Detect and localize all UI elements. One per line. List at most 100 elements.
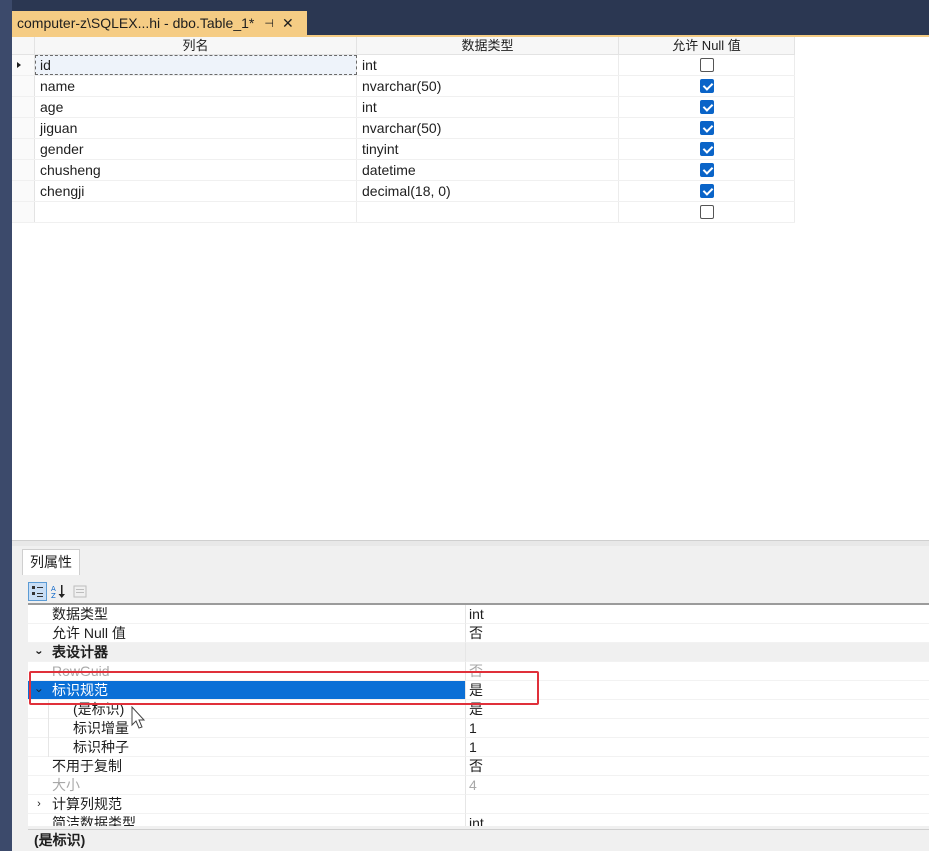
allow-null-cell[interactable]: [619, 160, 795, 180]
property-name: 标识种子: [28, 738, 465, 757]
table-row-new[interactable]: [12, 202, 795, 223]
property-name: (是标识): [28, 700, 465, 719]
property-pages-icon[interactable]: [70, 582, 89, 601]
allow-null-checkbox[interactable]: [699, 163, 714, 177]
allow-null-checkbox[interactable]: [699, 100, 714, 114]
grid-header: 列名 数据类型 允许 Null 值: [12, 37, 795, 55]
property-category[interactable]: › 表设计器: [28, 643, 929, 662]
property-row[interactable]: 标识种子 1: [28, 738, 929, 757]
data-type-cell[interactable]: [357, 202, 619, 222]
property-row[interactable]: › 计算列规范: [28, 795, 929, 814]
row-selector[interactable]: [12, 97, 35, 117]
allow-null-checkbox[interactable]: [699, 121, 714, 135]
column-name-cell[interactable]: gender: [35, 139, 357, 159]
row-header-corner: [12, 37, 35, 54]
data-type-cell[interactable]: int: [357, 55, 619, 75]
allow-null-checkbox[interactable]: [699, 184, 714, 198]
column-grid: 列名 数据类型 允许 Null 值 id int name nvarchar(5…: [12, 37, 795, 223]
allow-null-checkbox[interactable]: [699, 58, 714, 72]
column-properties-panel: 列属性 AZ 数据类型 int 允许 Null 值 否 › 表设计器 RowGui…: [12, 546, 929, 851]
property-name: 标识规范: [52, 682, 108, 698]
close-icon[interactable]: ✕: [282, 15, 294, 32]
allow-null-checkbox[interactable]: [699, 79, 714, 93]
column-name-cell[interactable]: jiguan: [35, 118, 357, 138]
property-row[interactable]: 大小 4: [28, 776, 929, 795]
row-selector[interactable]: [12, 139, 35, 159]
table-row[interactable]: gender tinyint: [12, 139, 795, 160]
allow-null-cell[interactable]: [619, 202, 795, 222]
allow-null-cell[interactable]: [619, 97, 795, 117]
allow-null-cell[interactable]: [619, 139, 795, 159]
table-row[interactable]: id int: [12, 55, 795, 76]
data-type-cell[interactable]: tinyint: [357, 139, 619, 159]
table-row[interactable]: chusheng datetime: [12, 160, 795, 181]
allow-null-cell[interactable]: [619, 118, 795, 138]
header-allow-null[interactable]: 允许 Null 值: [619, 37, 795, 54]
row-selector[interactable]: [12, 55, 35, 75]
property-value[interactable]: int: [465, 814, 929, 826]
property-row-selected[interactable]: › 标识规范 是: [28, 681, 929, 700]
left-dock-strip: [0, 0, 12, 851]
chevron-down-icon[interactable]: ›: [30, 686, 49, 696]
tab-column-properties[interactable]: 列属性: [22, 549, 80, 575]
data-type-cell[interactable]: int: [357, 97, 619, 117]
property-value[interactable]: 否: [465, 662, 929, 681]
property-row[interactable]: 允许 Null 值 否: [28, 624, 929, 643]
allow-null-cell[interactable]: [619, 76, 795, 96]
column-name-cell[interactable]: chusheng: [35, 160, 357, 180]
property-value[interactable]: 否: [465, 757, 929, 776]
property-value[interactable]: [465, 795, 929, 814]
property-name: RowGuid: [28, 662, 465, 681]
property-value[interactable]: 1: [465, 719, 929, 738]
property-value[interactable]: int: [465, 605, 929, 624]
table-row[interactable]: chengji decimal(18, 0): [12, 181, 795, 202]
property-row[interactable]: 不用于复制 否: [28, 757, 929, 776]
column-name-cell[interactable]: name: [35, 76, 357, 96]
table-designer: 列名 数据类型 允许 Null 值 id int name nvarchar(5…: [12, 37, 929, 540]
pin-icon[interactable]: ⊣: [264, 17, 274, 30]
column-name-cell[interactable]: [35, 202, 357, 222]
column-name-cell[interactable]: id: [35, 55, 357, 75]
data-type-cell[interactable]: nvarchar(50): [357, 118, 619, 138]
property-value[interactable]: 1: [465, 738, 929, 757]
allow-null-cell[interactable]: [619, 55, 795, 75]
property-row[interactable]: (是标识) 是: [28, 700, 929, 719]
sort-alphabetical-icon[interactable]: AZ: [49, 582, 68, 601]
chevron-down-icon[interactable]: ›: [30, 648, 49, 658]
properties-toolbar: AZ: [28, 580, 929, 602]
row-selector[interactable]: [12, 202, 35, 222]
tab-title: computer-z\SQLEX...hi - dbo.Table_1*: [17, 15, 255, 31]
header-column-name[interactable]: 列名: [35, 37, 357, 54]
property-row[interactable]: RowGuid 否: [28, 662, 929, 681]
property-name: 标识增量: [28, 719, 465, 738]
data-type-cell[interactable]: nvarchar(50): [357, 76, 619, 96]
column-name-cell[interactable]: chengji: [35, 181, 357, 201]
table-row[interactable]: name nvarchar(50): [12, 76, 795, 97]
current-row-arrow-icon: [17, 62, 21, 68]
property-row[interactable]: 数据类型 int: [28, 605, 929, 624]
document-tab[interactable]: computer-z\SQLEX...hi - dbo.Table_1* ⊣ ✕: [12, 11, 307, 35]
row-selector[interactable]: [12, 118, 35, 138]
property-value[interactable]: 否: [465, 624, 929, 643]
categorized-icon[interactable]: [28, 581, 47, 601]
row-selector[interactable]: [12, 181, 35, 201]
property-value[interactable]: 4: [465, 776, 929, 795]
table-row[interactable]: age int: [12, 97, 795, 118]
data-type-cell[interactable]: decimal(18, 0): [357, 181, 619, 201]
property-row[interactable]: 标识增量 1: [28, 719, 929, 738]
property-value[interactable]: 是: [465, 681, 929, 700]
column-name-cell[interactable]: age: [35, 97, 357, 117]
table-row[interactable]: jiguan nvarchar(50): [12, 118, 795, 139]
allow-null-checkbox[interactable]: [699, 205, 714, 219]
allow-null-cell[interactable]: [619, 181, 795, 201]
property-name: 计算列规范: [52, 796, 122, 812]
header-data-type[interactable]: 数据类型: [357, 37, 619, 54]
row-selector[interactable]: [12, 76, 35, 96]
property-name: 简洁数据类型: [28, 814, 465, 826]
row-selector[interactable]: [12, 160, 35, 180]
property-value[interactable]: 是: [465, 700, 929, 719]
data-type-cell[interactable]: datetime: [357, 160, 619, 180]
chevron-right-icon[interactable]: ›: [34, 795, 44, 814]
property-row[interactable]: 简洁数据类型 int: [28, 814, 929, 826]
allow-null-checkbox[interactable]: [699, 142, 714, 156]
